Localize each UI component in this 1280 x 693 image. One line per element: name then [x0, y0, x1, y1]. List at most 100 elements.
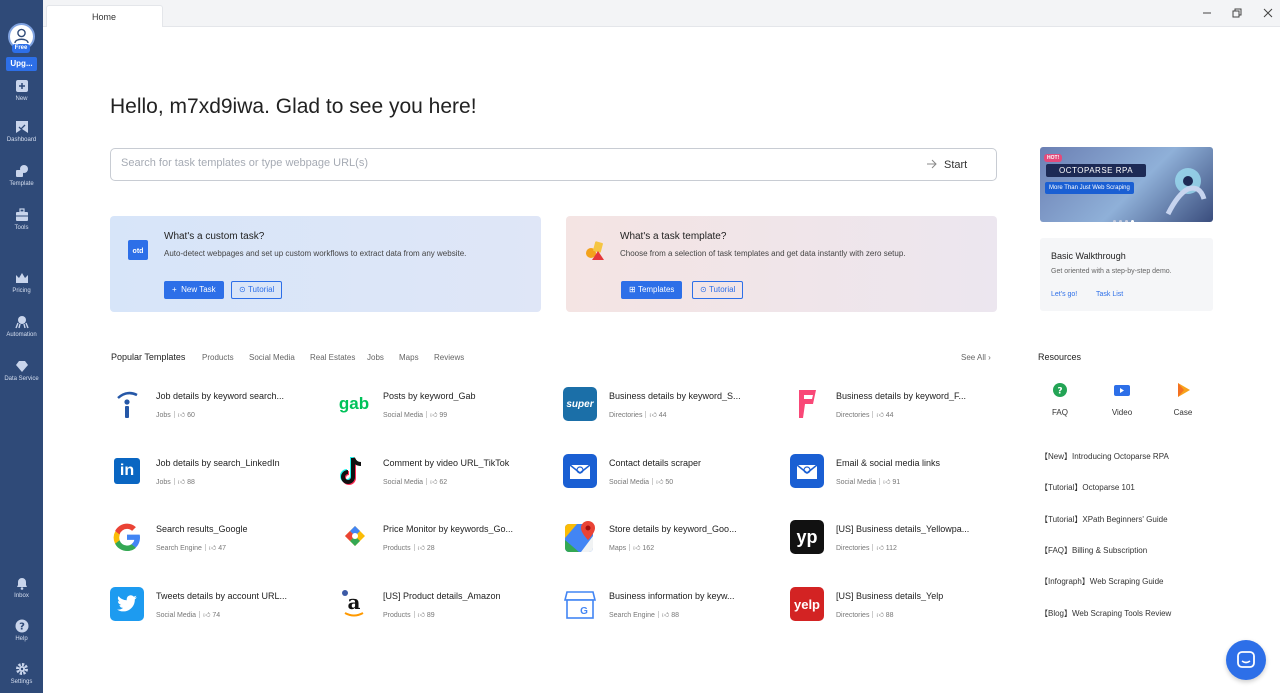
- carousel-dots[interactable]: [1113, 210, 1137, 222]
- resource-label: Case: [1173, 408, 1193, 417]
- case-play-icon: [1178, 383, 1190, 397]
- see-all-label: See All: [961, 353, 986, 362]
- chat-support-button[interactable]: [1226, 640, 1266, 680]
- video-resource[interactable]: Video: [1107, 382, 1137, 417]
- template-card[interactable]: a [US] Product details_Amazon Products 👍︎…: [337, 584, 547, 624]
- video-icon: [1114, 385, 1130, 396]
- resource-link[interactable]: 【FAQ】Billing & Subscription: [1040, 545, 1147, 556]
- sidebar-item-data-service[interactable]: Data Service: [0, 359, 43, 382]
- template-name: Posts by keyword_Gab: [383, 391, 476, 401]
- template-name: Search results_Google: [156, 524, 248, 534]
- sidebar-item-inbox[interactable]: Inbox: [0, 576, 43, 599]
- template-shapes-icon: [584, 240, 606, 267]
- resource-link[interactable]: 【Tutorial】XPath Beginners' Guide: [1040, 514, 1168, 525]
- resource-link[interactable]: 【Infograph】Web Scraping Guide: [1040, 576, 1163, 587]
- tab-products[interactable]: Products: [202, 353, 234, 362]
- faq-icon: ?: [1053, 383, 1067, 397]
- template-card[interactable]: Tweets details by account URL... Social …: [110, 584, 320, 624]
- upgrade-button[interactable]: Upg...: [6, 57, 37, 71]
- tab-jobs[interactable]: Jobs: [367, 353, 384, 362]
- sidebar-item-pricing[interactable]: Pricing: [0, 271, 43, 294]
- plus-icon: +: [172, 285, 182, 294]
- sidebar-item-tools[interactable]: Tools: [0, 208, 43, 231]
- arrow-right-icon: [927, 159, 937, 169]
- tab-reviews[interactable]: Reviews: [434, 353, 464, 362]
- restore-icon[interactable]: [1230, 6, 1244, 20]
- card-description: Choose from a selection of task template…: [620, 249, 906, 258]
- thumbs-up-icon: 👍︎: [177, 412, 186, 419]
- template-tutorial-button[interactable]: ⊙ Tutorial: [692, 281, 744, 299]
- resource-link[interactable]: 【New】Introducing Octoparse RPA: [1040, 451, 1169, 462]
- tab-home[interactable]: Home: [46, 5, 163, 27]
- search-input[interactable]: [121, 157, 901, 169]
- thumbs-up-icon: 👍︎: [430, 479, 438, 486]
- walkthrough-title: Basic Walkthrough: [1051, 251, 1126, 261]
- template-card[interactable]: yelp [US] Business details_Yelp Director…: [790, 584, 1000, 624]
- crown-icon: [15, 273, 28, 283]
- sidebar-item-label: Settings: [10, 679, 33, 685]
- octopus-icon: [14, 316, 29, 329]
- sidebar-item-label: New: [15, 96, 28, 102]
- template-card[interactable]: in Job details by search_LinkedIn Jobs 👍︎…: [110, 451, 320, 491]
- template-name: [US] Business details_Yelp: [836, 591, 944, 601]
- template-card[interactable]: G Business information by keyw... Search…: [563, 584, 773, 624]
- start-button[interactable]: Start: [944, 159, 967, 171]
- see-all-link[interactable]: See All ›: [961, 353, 991, 362]
- sidebar-item-help[interactable]: ? Help: [0, 619, 43, 642]
- template-name: [US] Product details_Amazon: [383, 591, 501, 601]
- thumbs-up-icon: 👍︎: [177, 479, 186, 486]
- walkthrough-description: Get oriented with a step-by-step demo.: [1051, 268, 1172, 275]
- template-card[interactable]: Price Monitor by keywords_Go... Products…: [337, 517, 547, 557]
- resource-link[interactable]: 【Blog】Web Scraping Tools Review: [1040, 608, 1171, 619]
- tab-popular-templates[interactable]: Popular Templates: [111, 352, 185, 362]
- plan-badge: Free: [12, 44, 30, 53]
- sidebar: Free Upg... New Dashboard Template Tools…: [0, 0, 43, 693]
- resource-link[interactable]: 【Tutorial】Octoparse 101: [1040, 482, 1135, 493]
- svg-text:G: G: [580, 606, 588, 617]
- sidebar-item-automation[interactable]: Automation: [0, 315, 43, 338]
- sidebar-item-label: Help: [15, 636, 28, 642]
- template-name: Price Monitor by keywords_Go...: [383, 524, 514, 534]
- chevron-right-icon: ›: [988, 353, 991, 362]
- close-icon[interactable]: [1261, 6, 1275, 20]
- play-circle-icon: ⊙: [700, 285, 709, 294]
- task-list-link[interactable]: Task List: [1096, 291, 1123, 298]
- hot-badge: HOT!: [1044, 154, 1063, 162]
- tab-maps[interactable]: Maps: [399, 353, 419, 362]
- minimize-icon[interactable]: [1200, 6, 1214, 20]
- thumbs-up-icon: 👍︎: [876, 545, 884, 552]
- template-card[interactable]: Business details by keyword_F... Directo…: [790, 384, 1000, 424]
- template-card[interactable]: Search results_Google Search Engine 👍︎ 47: [110, 517, 320, 557]
- custom-task-icon-text: otd: [133, 248, 144, 255]
- thumbs-up-icon: 👍︎: [876, 612, 884, 619]
- template-name: Job details by search_LinkedIn: [156, 458, 280, 468]
- template-card[interactable]: super Business details by keyword_S... D…: [563, 384, 773, 424]
- template-card[interactable]: yp [US] Business details_Yellowpa... Dir…: [790, 517, 1000, 557]
- template-card[interactable]: Contact details scraper Social Media 👍︎ 5…: [563, 451, 773, 491]
- template-name: Business details by keyword_S...: [609, 391, 741, 401]
- custom-tutorial-button[interactable]: ⊙ Tutorial: [231, 281, 283, 299]
- template-card[interactable]: gab Posts by keyword_Gab Social Media 👍︎ …: [337, 384, 547, 424]
- resources-title: Resources: [1038, 352, 1082, 362]
- tab-real-estates[interactable]: Real Estates: [310, 353, 355, 362]
- faq-resource[interactable]: ? FAQ: [1045, 382, 1075, 417]
- template-card[interactable]: Comment by video URL_TikTok Social Media…: [337, 451, 547, 491]
- templates-button[interactable]: ⊞ Templates: [621, 281, 683, 299]
- template-name: Business information by keyw...: [609, 591, 735, 601]
- tiktok-icon: [337, 454, 371, 488]
- thumbs-up-icon: 👍︎: [203, 612, 211, 619]
- new-task-button[interactable]: + New Task: [164, 281, 224, 299]
- promo-banner[interactable]: HOT! OCTOPARSE RPA More Than Just Web Sc…: [1040, 147, 1213, 222]
- sidebar-item-new[interactable]: New: [0, 79, 43, 102]
- play-circle-icon: ⊙: [239, 285, 248, 294]
- sidebar-item-template[interactable]: Template: [0, 164, 43, 187]
- template-card[interactable]: Job details by keyword search... Jobs 👍︎ …: [110, 384, 320, 424]
- sidebar-item-settings[interactable]: Settings: [0, 662, 43, 685]
- tab-social-media[interactable]: Social Media: [249, 353, 295, 362]
- case-resource[interactable]: Case: [1168, 382, 1198, 417]
- thumbs-up-icon: 👍︎: [876, 412, 884, 419]
- template-card[interactable]: Store details by keyword_Goo... Maps 👍︎ 1…: [563, 517, 773, 557]
- lets-go-link[interactable]: Let's go!: [1051, 291, 1077, 298]
- template-card[interactable]: Email & social media links Social Media 👍…: [790, 451, 1000, 491]
- sidebar-item-dashboard[interactable]: Dashboard: [0, 120, 43, 143]
